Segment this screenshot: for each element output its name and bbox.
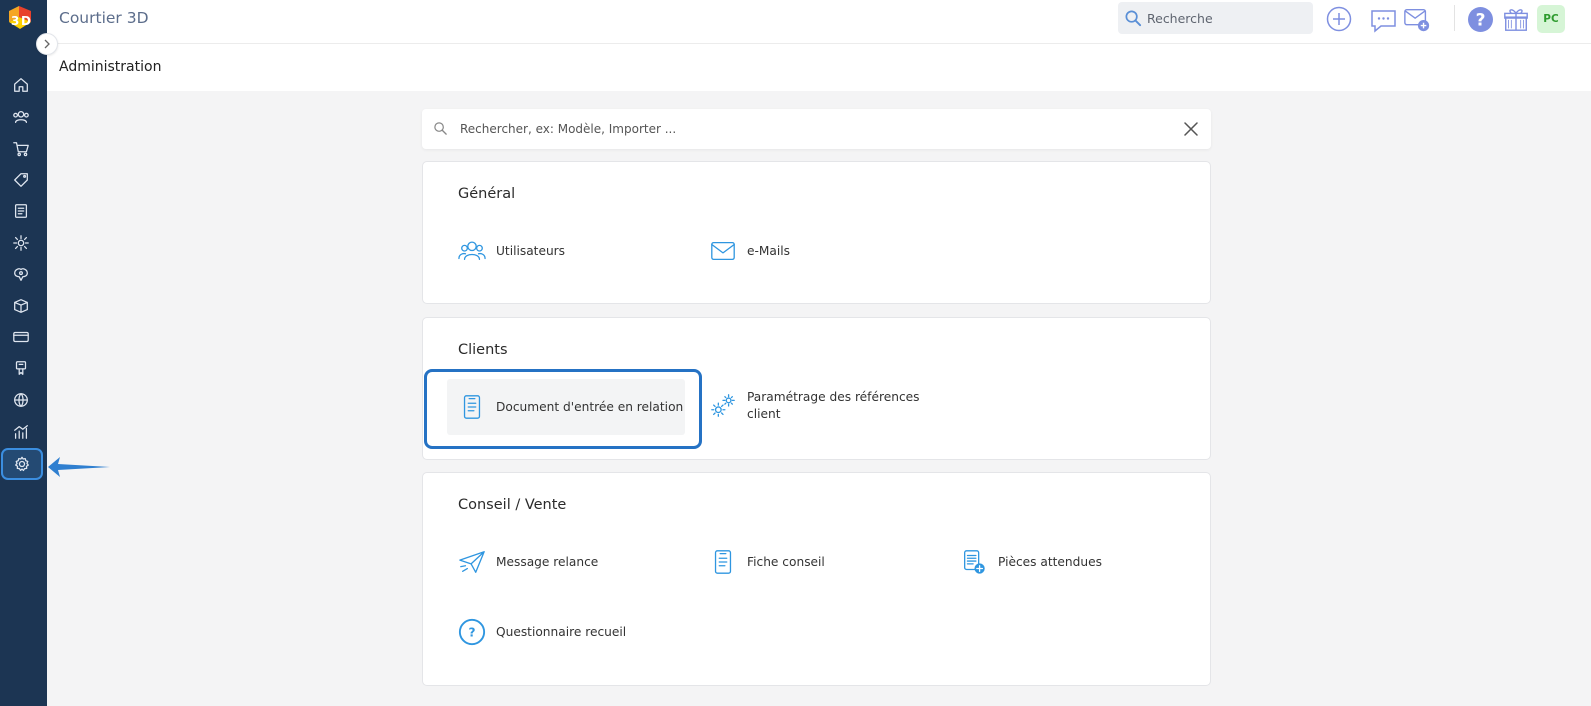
global-search-input[interactable] [1147,8,1307,28]
svg-text:?: ? [1475,10,1485,30]
expected-documents-link[interactable]: Pièces attendues [959,544,1102,580]
svg-text:D: D [21,14,31,28]
badge-icon[interactable] [8,355,34,381]
stats-icon[interactable] [8,419,34,445]
collapse-sidebar-button[interactable] [36,33,58,55]
document-icon [708,547,738,577]
paper-plane-icon [457,547,487,577]
mail-icon [708,236,738,266]
client-references-link[interactable]: Paramétrage des références client [708,386,920,426]
reminder-message-link[interactable]: Message relance [457,544,598,580]
page-title: Administration [59,59,162,75]
card-icon[interactable] [8,324,34,350]
app-title: Courtier 3D [59,9,149,27]
chat-icon[interactable] [1369,7,1397,35]
page-header: Administration [47,44,1591,91]
logo[interactable]: 3 D [5,3,35,35]
users-label: Utilisateurs [496,243,566,258]
search-icon [434,122,447,135]
advice-sheet-label: Fiche conseil [747,554,825,569]
users-link[interactable]: Utilisateurs [457,233,565,269]
section-general: Général Utilisateurs e-Mails [422,161,1211,304]
header-divider [1454,5,1455,31]
client-references-line-1: Paramétrage des références [747,390,920,404]
admin-search-bar[interactable] [422,109,1211,149]
svg-text:?: ? [468,626,475,640]
close-icon[interactable] [1182,120,1200,138]
tag-icon[interactable] [8,167,34,193]
sidebar: 3 D [0,0,47,706]
reminder-message-label: Message relance [496,554,599,569]
expected-documents-label: Pièces attendues [998,554,1102,569]
gift-icon[interactable] [1502,5,1530,33]
chevron-right-icon [44,39,50,49]
section-title: Général [458,186,516,202]
section-conseil-vente: Conseil / Vente Message relance Fiche co… [422,472,1211,686]
document-add-icon [959,547,989,577]
question-icon: ? [457,617,487,647]
cog-icon[interactable] [8,230,34,256]
global-search[interactable] [1118,2,1313,34]
brain-icon[interactable] [8,261,34,287]
users-icon [457,236,487,266]
settings-icon[interactable] [1,448,43,480]
section-title: Conseil / Vente [458,497,567,513]
home-icon[interactable] [8,72,34,98]
avatar[interactable]: PC [1537,5,1565,33]
section-title: Clients [458,342,508,358]
cart-icon[interactable] [8,136,34,162]
client-references-label: Paramétrage des références client [747,389,920,423]
document-icon[interactable] [8,198,34,224]
questionnaire-link[interactable]: ? Questionnaire recueil [457,614,626,650]
pointer-arrow-icon [48,457,110,477]
top-header: Courtier 3D ? PC [47,0,1591,44]
globe-icon[interactable] [8,387,34,413]
gears-icon [708,391,738,421]
search-icon [1125,10,1142,27]
client-references-line-2: client [747,407,781,421]
help-icon[interactable]: ? [1466,5,1494,33]
box-icon[interactable] [8,293,34,319]
emails-link[interactable]: e-Mails [708,233,790,269]
svg-text:3: 3 [11,14,19,28]
advice-sheet-link[interactable]: Fiche conseil [708,544,825,580]
questionnaire-label: Questionnaire recueil [496,624,627,639]
emails-label: e-Mails [747,243,791,258]
plus-circle-icon[interactable] [1325,5,1353,33]
users-icon[interactable] [8,104,34,130]
admin-search-input[interactable] [460,119,1160,139]
mail-add-icon[interactable] [1403,6,1431,34]
highlight-frame [424,369,702,449]
